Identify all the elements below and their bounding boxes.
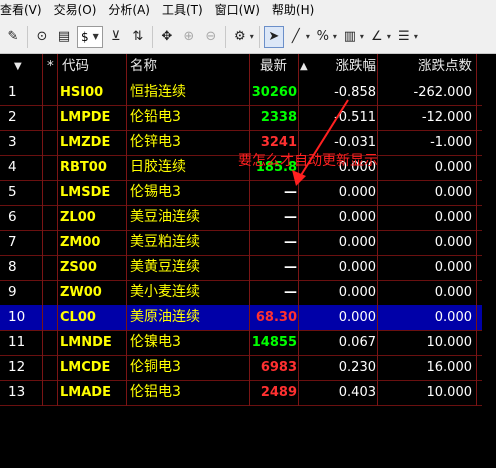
annotation-arrow (292, 99, 349, 186)
annotation-text: 要怎么才自动更新显示 (238, 153, 378, 169)
